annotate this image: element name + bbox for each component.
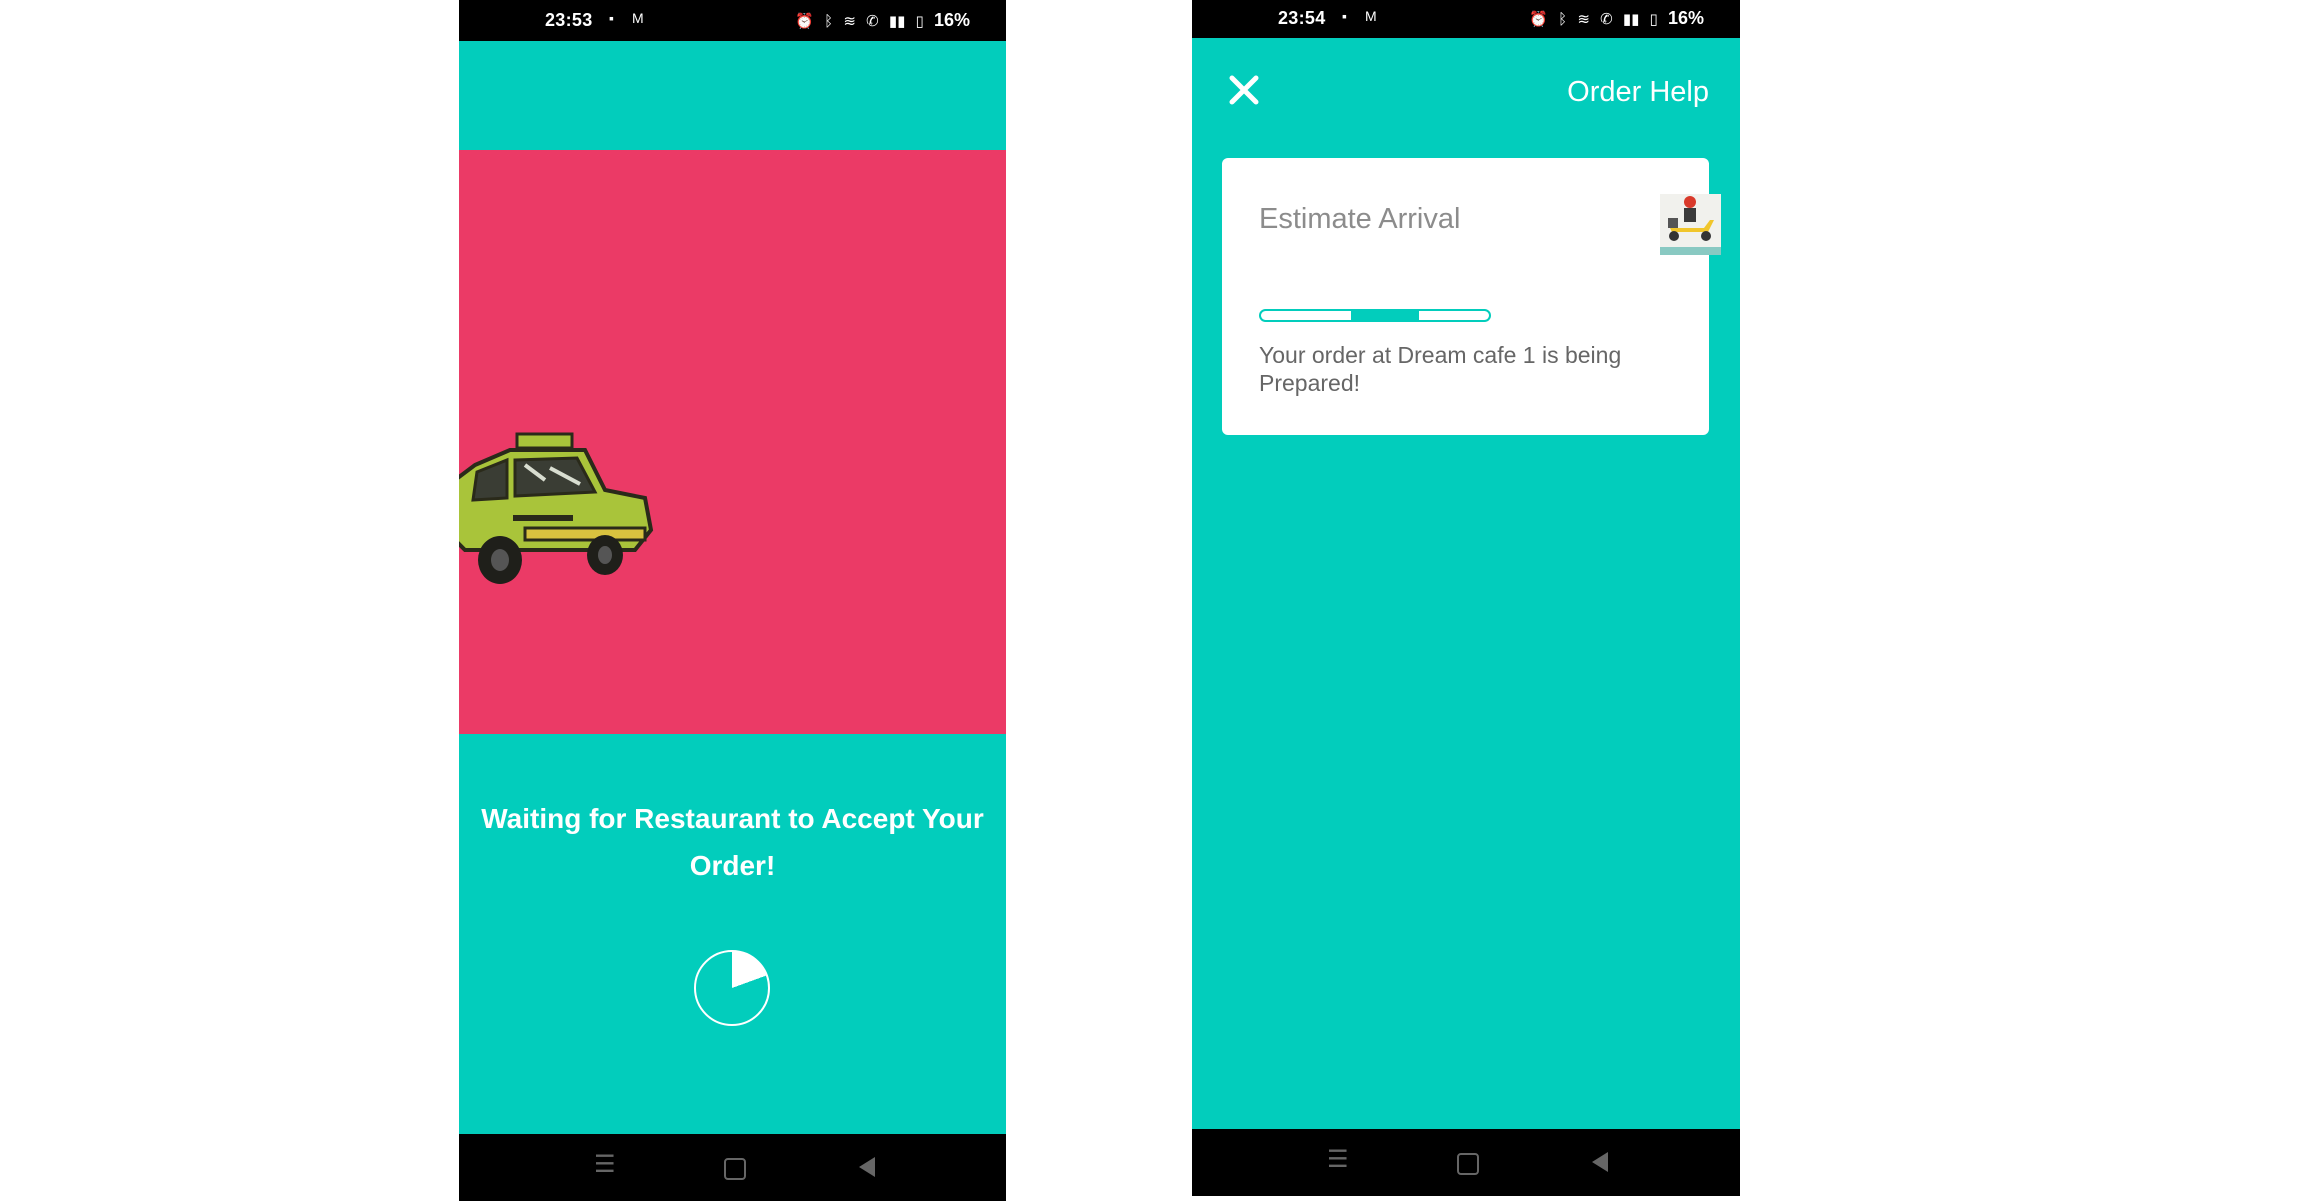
- home-button[interactable]: [724, 1158, 746, 1180]
- back-button[interactable]: [1592, 1152, 1608, 1172]
- notification-icon: ▪: [1342, 8, 1347, 24]
- estimate-arrival-card: Estimate Arrival Your order at Dream caf…: [1222, 158, 1721, 435]
- alarm-icon: ⏰: [1529, 11, 1548, 28]
- battery-icon: ▯: [1649, 11, 1658, 28]
- close-icon[interactable]: [1228, 74, 1260, 106]
- delivery-animation-banner: [459, 150, 1006, 734]
- alarm-icon: ⏰: [795, 13, 814, 30]
- system-navigation-bar: ☰: [459, 1134, 1006, 1201]
- arrival-progress-fill: [1351, 311, 1419, 320]
- scooter-icon: [1660, 194, 1721, 255]
- phone-screen-waiting: 23:53 ▪ M ⏰ ᛒ ≋ ✆ ▮▮ ▯ 16% Waiting for R: [459, 0, 1006, 1201]
- status-bar: 23:54 ▪ M ⏰ ᛒ ≋ ✆ ▮▮ ▯ 16%: [1192, 0, 1740, 38]
- status-time: 23:54: [1278, 8, 1326, 28]
- battery-percent: 16%: [1667, 8, 1704, 28]
- bluetooth-icon: ᛒ: [824, 13, 834, 30]
- status-bar: 23:53 ▪ M ⏰ ᛒ ≋ ✆ ▮▮ ▯ 16%: [459, 0, 1006, 41]
- signal-icon: ▮▮: [1622, 11, 1640, 28]
- status-time: 23:53: [545, 10, 593, 30]
- gmail-icon: M: [632, 10, 644, 26]
- order-status-message: Your order at Dream cafe 1 is being Prep…: [1259, 342, 1622, 396]
- system-navigation-bar: ☰: [1192, 1129, 1740, 1196]
- recent-apps-button[interactable]: ☰: [594, 1150, 616, 1179]
- arrival-progress-bar: [1259, 309, 1491, 322]
- home-button[interactable]: [1457, 1153, 1479, 1175]
- status-icons: ⏰ ᛒ ≋ ✆ ▮▮ ▯ 16%: [789, 10, 970, 31]
- gmail-icon: M: [1365, 8, 1377, 24]
- battery-icon: ▯: [915, 13, 924, 30]
- signal-icon: ▮▮: [888, 13, 906, 30]
- card-title: Estimate Arrival: [1259, 203, 1461, 235]
- notification-icon: ▪: [609, 10, 614, 26]
- call-icon: ✆: [866, 13, 879, 30]
- order-help-link[interactable]: Order Help: [1567, 76, 1709, 109]
- wifi-icon: ≋: [843, 13, 856, 30]
- loading-spinner: [694, 950, 770, 1026]
- recent-apps-button[interactable]: ☰: [1327, 1145, 1349, 1174]
- phone-screen-tracking: 23:54 ▪ M ⏰ ᛒ ≋ ✆ ▮▮ ▯ 16% Order Help Es…: [1192, 0, 1740, 1196]
- waiting-message: Waiting for Restaurant to Accept Your Or…: [481, 803, 984, 881]
- taxi-icon: [459, 432, 654, 584]
- call-icon: ✆: [1600, 11, 1613, 28]
- back-button[interactable]: [859, 1157, 875, 1177]
- battery-percent: 16%: [933, 10, 970, 30]
- wifi-icon: ≋: [1577, 11, 1590, 28]
- status-icons: ⏰ ᛒ ≋ ✆ ▮▮ ▯ 16%: [1523, 8, 1704, 29]
- bluetooth-icon: ᛒ: [1558, 11, 1568, 28]
